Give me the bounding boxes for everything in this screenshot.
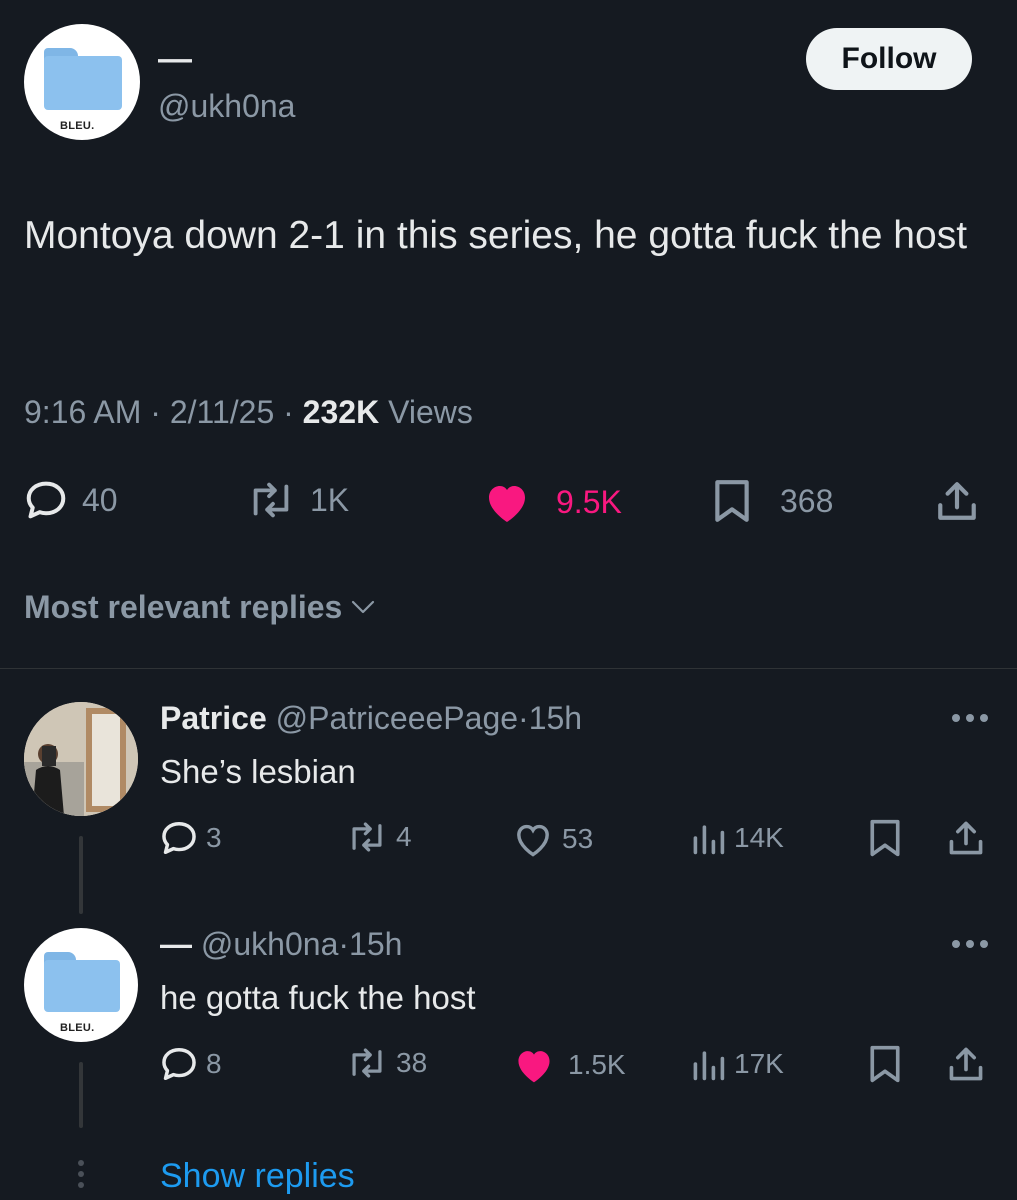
- tweet-meta: 9:16 AM · 2/11/25 · 232K Views: [24, 390, 473, 434]
- more-options-icon[interactable]: [948, 934, 992, 954]
- thread-line: [79, 836, 83, 914]
- bookmark-icon: [715, 480, 749, 522]
- share-button[interactable]: [946, 818, 986, 858]
- reply-header: — @ukh0na·15h: [160, 924, 402, 964]
- repost-icon: [352, 1048, 382, 1078]
- meta-separator: ·: [150, 394, 161, 430]
- meta-separator: ·: [283, 394, 294, 430]
- follow-button[interactable]: Follow: [806, 28, 972, 90]
- views-count: 232K: [302, 394, 380, 430]
- like-count: 53: [562, 823, 594, 854]
- repost-button[interactable]: 38: [346, 1046, 427, 1080]
- folder-icon: [44, 48, 122, 110]
- bookmark-button[interactable]: 368: [712, 478, 833, 524]
- meta-separator: ·: [518, 700, 529, 736]
- reply-author-name[interactable]: Patrice: [160, 700, 267, 736]
- bookmark-icon: [870, 1045, 900, 1083]
- reply-header: Patrice @PatriceeePage·15h: [160, 698, 582, 738]
- reply-avatar[interactable]: [24, 702, 138, 816]
- like-button[interactable]: 1.5K: [512, 1046, 626, 1084]
- sort-label: Most relevant replies: [24, 589, 343, 625]
- bookmark-button[interactable]: [868, 818, 902, 858]
- views-button[interactable]: 17K: [690, 1046, 784, 1082]
- tweet-detail-page: BLEU. — @ukh0na Follow Montoya down 2-1 …: [0, 0, 1017, 1200]
- reply-age[interactable]: 15h: [529, 700, 582, 736]
- views-button[interactable]: 14K: [690, 820, 784, 856]
- share-button[interactable]: [934, 478, 980, 524]
- thread-line: [79, 1062, 83, 1128]
- heart-filled-icon: [518, 1051, 550, 1083]
- author-name[interactable]: —: [158, 42, 192, 76]
- avatar-label: BLEU.: [60, 1022, 95, 1034]
- share-icon: [949, 1047, 983, 1081]
- reply-button[interactable]: 3: [160, 820, 222, 856]
- reply-text: She’s lesbian: [160, 753, 356, 790]
- repost-icon: [253, 482, 289, 518]
- share-button[interactable]: [946, 1044, 986, 1084]
- like-button[interactable]: 9.5K: [482, 480, 622, 524]
- reply-count: 3: [206, 822, 222, 853]
- reply-icon: [162, 1048, 196, 1080]
- reply-count: 8: [206, 1048, 222, 1079]
- repost-count: 38: [396, 1047, 428, 1078]
- heart-filled-icon: [489, 486, 525, 522]
- analytics-icon: [693, 1051, 725, 1081]
- bookmark-icon: [870, 819, 900, 857]
- heart-icon: [517, 824, 549, 857]
- reply-age[interactable]: 15h: [349, 926, 402, 962]
- reply-icon: [162, 822, 196, 854]
- meta-separator: ·: [338, 926, 350, 962]
- reply-icon: [26, 481, 66, 519]
- reply-count: 40: [82, 482, 118, 518]
- replies-sort-dropdown[interactable]: Most relevant replies: [24, 585, 376, 629]
- share-icon: [938, 482, 976, 520]
- bookmark-count: 368: [780, 483, 834, 519]
- repost-count: 4: [396, 821, 412, 852]
- show-replies-link[interactable]: Show replies: [160, 1154, 355, 1198]
- profile-photo: [24, 702, 138, 816]
- avatar-label: BLEU.: [60, 120, 95, 132]
- author-avatar[interactable]: BLEU.: [24, 24, 140, 140]
- views-count: 14K: [734, 822, 784, 853]
- repost-button[interactable]: 4: [346, 820, 412, 854]
- reply-button[interactable]: 40: [24, 480, 118, 520]
- like-count: 9.5K: [556, 484, 622, 520]
- tweet-text: Montoya down 2-1 in this series, he gott…: [24, 214, 968, 257]
- reply-author-name[interactable]: —: [160, 926, 192, 962]
- reply-text: he gotta fuck the host: [160, 979, 476, 1016]
- analytics-icon: [693, 825, 725, 855]
- reply-author-handle[interactable]: @ukh0na: [201, 926, 338, 962]
- tweet-time[interactable]: 9:16 AM: [24, 394, 141, 430]
- like-count: 1.5K: [568, 1049, 626, 1080]
- reply-button[interactable]: 8: [160, 1046, 222, 1082]
- reply-avatar[interactable]: BLEU.: [24, 928, 138, 1042]
- chevron-down-icon: [352, 600, 375, 614]
- thread-continuation-dots: [76, 1160, 86, 1190]
- folder-icon: [44, 952, 120, 1012]
- reply-author-handle[interactable]: @PatriceeePage: [276, 700, 518, 736]
- views-label: Views: [388, 394, 473, 430]
- more-options-icon[interactable]: [948, 708, 992, 728]
- bookmark-button[interactable]: [868, 1044, 902, 1084]
- author-handle[interactable]: @ukh0na: [158, 86, 295, 126]
- views-count: 17K: [734, 1048, 784, 1079]
- divider: [0, 668, 1017, 669]
- share-icon: [949, 821, 983, 855]
- repost-icon: [352, 822, 382, 852]
- repost-count: 1K: [310, 482, 350, 518]
- repost-button[interactable]: 1K: [246, 480, 349, 520]
- tweet-date[interactable]: 2/11/25: [170, 394, 274, 430]
- like-button[interactable]: 53: [512, 820, 593, 858]
